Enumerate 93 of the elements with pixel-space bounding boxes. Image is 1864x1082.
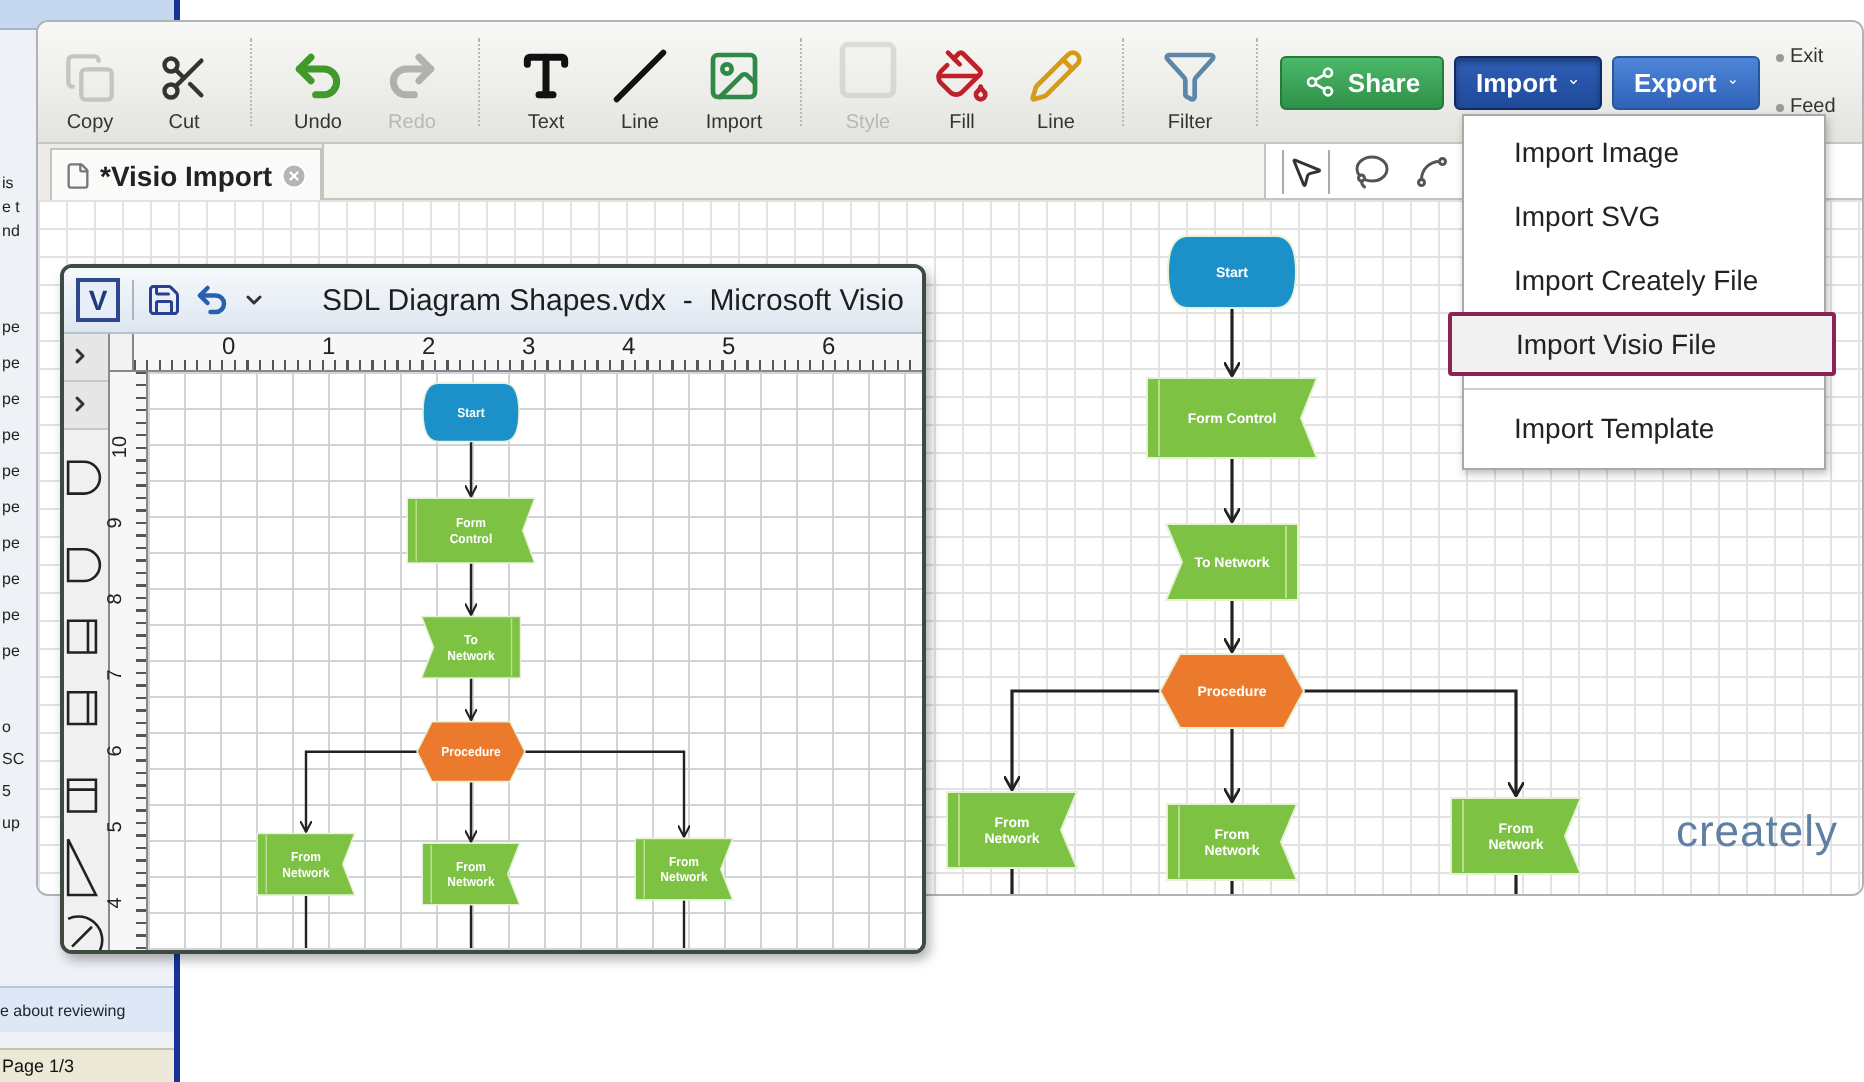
- toolbar-button[interactable]: Cut: [140, 30, 228, 134]
- connector-arrow: [463, 781, 479, 843]
- list-item: pe: [0, 498, 20, 518]
- ruler-label: 5: [104, 820, 127, 832]
- connector-icon[interactable]: [1414, 153, 1450, 189]
- ruler-label: 5: [722, 334, 738, 364]
- connector-line: [1230, 880, 1234, 894]
- toolbar-button[interactable]: Line: [1012, 30, 1100, 134]
- text-icon: [518, 48, 574, 104]
- copy-icon: [64, 52, 116, 104]
- connector-arrow: [298, 750, 417, 833]
- dropdown-button[interactable]: Import: [1454, 55, 1602, 109]
- status-bar: Page 1/3: [0, 1048, 174, 1082]
- undo-icon: [290, 48, 346, 104]
- bullet-icon: [1776, 53, 1784, 61]
- window-title: SDL Diagram Shapes.vdx - Microsoft Visio: [322, 283, 904, 317]
- menu-item[interactable]: Import SVG: [1464, 184, 1824, 248]
- filter-icon: [1162, 48, 1218, 104]
- connector-arrow: [1222, 308, 1242, 378]
- text-fragment: is: [0, 174, 14, 194]
- text-fragment: e t: [0, 198, 20, 218]
- ruler-label: 4: [104, 896, 127, 908]
- connector-arrow: [463, 563, 479, 616]
- ruler-label: 6: [822, 334, 838, 364]
- connector-arrow: [1222, 728, 1242, 804]
- ruler-label: 1: [322, 334, 338, 364]
- connector-line: [1010, 868, 1014, 894]
- bullet-icon: [1776, 103, 1784, 111]
- app-logo: V: [76, 278, 120, 322]
- dropdown-button[interactable]: Export: [1612, 55, 1760, 109]
- ruler-label: 2: [422, 334, 438, 364]
- menu-link[interactable]: Feed: [1776, 96, 1836, 118]
- expand-button[interactable]: [64, 334, 108, 382]
- ruler-label: 3: [522, 334, 538, 364]
- connector-line: [1514, 874, 1518, 894]
- document-tab[interactable]: *Visio Import: [50, 148, 323, 200]
- ruler-label: 4: [622, 334, 638, 364]
- ruler-label: 6: [104, 744, 127, 756]
- toolbar-button[interactable]: Fill: [918, 30, 1006, 134]
- save-icon[interactable]: [146, 282, 182, 318]
- undo-icon[interactable]: [194, 282, 230, 318]
- connector-line: [682, 899, 686, 949]
- text-fragment: nd: [0, 222, 20, 242]
- connector-arrow: [1222, 458, 1242, 524]
- list-item: pe: [0, 570, 20, 590]
- toolbar-button[interactable]: Text: [502, 30, 590, 134]
- notice-bar: e about reviewing: [0, 986, 174, 1032]
- menu-item[interactable]: Import Image: [1464, 120, 1824, 184]
- ruler-label: 8: [104, 592, 127, 604]
- pointer-icon: [1288, 153, 1324, 189]
- lasso-icon[interactable]: [1354, 153, 1390, 189]
- text-fragment: up: [0, 814, 20, 834]
- menu-item[interactable]: Import Template: [1464, 396, 1824, 460]
- list-item: pe: [0, 318, 20, 338]
- menu-link[interactable]: Exit: [1776, 46, 1836, 68]
- pencil-icon: [1028, 48, 1084, 104]
- ruler-label: 10: [110, 434, 133, 458]
- toolbar-button[interactable]: Undo: [274, 30, 362, 134]
- toolbar-button[interactable]: Line: [596, 30, 684, 134]
- text-fragment: 5: [0, 782, 11, 802]
- toolbar-button[interactable]: Copy: [46, 30, 134, 134]
- menu-item[interactable]: Import Visio File: [1448, 312, 1836, 376]
- list-item: pe: [0, 606, 20, 626]
- connector-arrow: [463, 678, 479, 722]
- list-item: pe: [0, 426, 20, 446]
- share-icon: [1303, 66, 1336, 98]
- menu-item[interactable]: Import Creately File: [1464, 248, 1824, 312]
- ruler-label: 0: [222, 334, 238, 364]
- ruler-label: 9: [104, 516, 127, 528]
- line-icon: [612, 48, 668, 104]
- text-fragment: o: [0, 718, 11, 738]
- connector-arrow: [463, 441, 479, 498]
- list-item: pe: [0, 354, 20, 374]
- list-item: pe: [0, 390, 20, 410]
- list-item: pe: [0, 642, 20, 662]
- list-item: pe: [0, 534, 20, 554]
- connector-line: [304, 895, 308, 949]
- connector-line: [469, 904, 473, 949]
- toolbar-button[interactable]: Import: [690, 30, 778, 134]
- logo: creately: [1675, 806, 1838, 858]
- ruler-label: 7: [104, 668, 127, 680]
- connector-arrow: [1222, 600, 1242, 654]
- file-icon: [64, 161, 92, 189]
- image-icon: [706, 48, 762, 104]
- style-swatch-icon: [834, 36, 902, 104]
- text-fragment: SC: [0, 750, 25, 770]
- expand-button[interactable]: [64, 381, 108, 430]
- list-item: pe: [0, 462, 20, 482]
- toolbar-button[interactable]: Filter: [1146, 30, 1234, 134]
- pointer-tool[interactable]: [1282, 149, 1330, 193]
- scissors-icon: [158, 52, 210, 104]
- paint-bucket-icon: [934, 48, 990, 104]
- redo-icon: [384, 48, 440, 104]
